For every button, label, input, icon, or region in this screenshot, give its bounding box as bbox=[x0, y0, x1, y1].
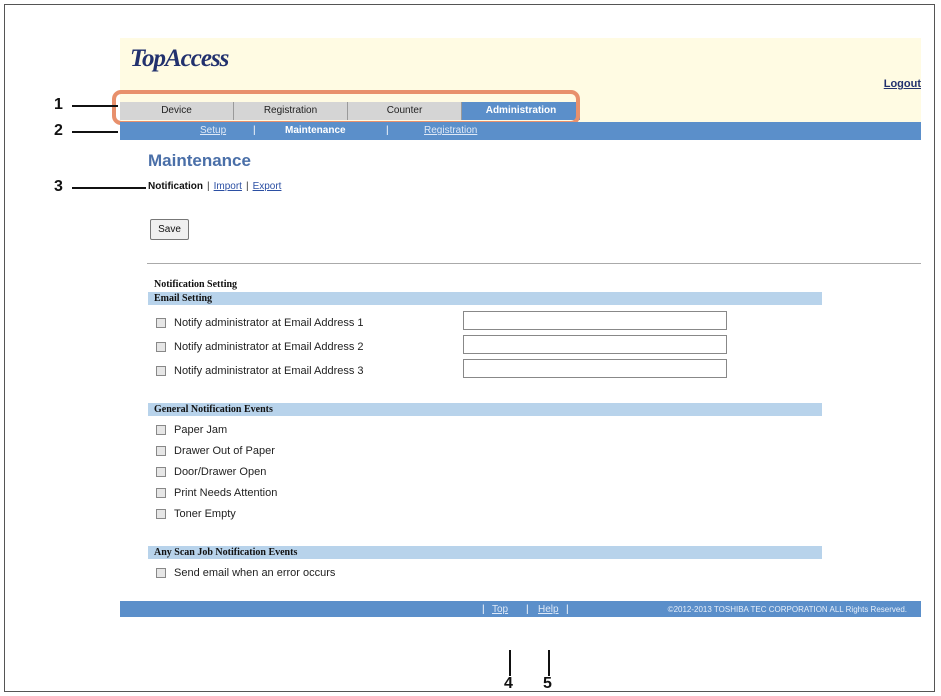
paper-jam-label: Paper Jam bbox=[174, 424, 228, 436]
tab-device[interactable]: Device bbox=[120, 102, 234, 120]
scan-error-checkbox[interactable] bbox=[156, 568, 166, 578]
callout-1-leader bbox=[72, 105, 118, 107]
drawer-out-of-paper-label: Drawer Out of Paper bbox=[174, 445, 275, 457]
email-address-3-checkbox[interactable] bbox=[156, 366, 166, 376]
copyright-text: ©2012-2013 TOSHIBA TEC CORPORATION ALL R… bbox=[667, 605, 907, 614]
print-needs-attention-checkbox[interactable] bbox=[156, 488, 166, 498]
callout-4: 4 bbox=[504, 675, 513, 692]
drawer-out-of-paper-checkbox[interactable] bbox=[156, 446, 166, 456]
door-drawer-open-label: Door/Drawer Open bbox=[174, 466, 267, 478]
email-row-2: Notify administrator at Email Address 2 bbox=[156, 341, 364, 353]
app-header: TopAccess Logout Device Registration Cou… bbox=[112, 38, 921, 125]
email-address-2-label: Notify administrator at Email Address 2 bbox=[174, 341, 364, 353]
notification-setting-title: Notification Setting bbox=[154, 279, 238, 290]
email-address-3-input[interactable] bbox=[463, 359, 727, 378]
main-tab-bar: Device Registration Counter Administrati… bbox=[120, 99, 580, 121]
paper-jam-checkbox[interactable] bbox=[156, 425, 166, 435]
toner-empty-label: Toner Empty bbox=[174, 508, 236, 520]
email-address-3-label: Notify administrator at Email Address 3 bbox=[174, 365, 364, 377]
toner-empty-checkbox[interactable] bbox=[156, 509, 166, 519]
subnav-separator: | bbox=[253, 125, 256, 136]
email-row-1: Notify administrator at Email Address 1 bbox=[156, 317, 364, 329]
event-row-door-drawer-open: Door/Drawer Open bbox=[156, 466, 266, 478]
callout-3: 3 bbox=[54, 178, 63, 195]
email-address-2-checkbox[interactable] bbox=[156, 342, 166, 352]
event-row-drawer-out-of-paper: Drawer Out of Paper bbox=[156, 445, 275, 457]
logout-link[interactable]: Logout bbox=[884, 78, 921, 90]
email-address-1-label: Notify administrator at Email Address 1 bbox=[174, 317, 364, 329]
footer-separator: | bbox=[482, 604, 485, 615]
event-row-scan-error: Send email when an error occurs bbox=[156, 567, 335, 579]
print-needs-attention-label: Print Needs Attention bbox=[174, 487, 278, 499]
callout-2: 2 bbox=[54, 122, 63, 139]
email-address-2-input[interactable] bbox=[463, 335, 727, 354]
footer-separator: | bbox=[566, 604, 569, 615]
scan-error-label: Send email when an error occurs bbox=[174, 567, 336, 579]
event-row-toner-empty: Toner Empty bbox=[156, 508, 236, 520]
callout-3-leader bbox=[72, 187, 146, 189]
email-row-3: Notify administrator at Email Address 3 bbox=[156, 365, 364, 377]
callout-4-leader bbox=[509, 650, 511, 676]
event-row-paper-jam: Paper Jam bbox=[156, 424, 227, 436]
callout-2-leader bbox=[72, 131, 118, 133]
divider bbox=[147, 263, 921, 264]
footer-bar: | Top | Help | ©2012-2013 TOSHIBA TEC CO… bbox=[120, 601, 921, 617]
event-row-print-needs-attention: Print Needs Attention bbox=[156, 487, 277, 499]
breadcrumb-notification: Notification bbox=[148, 181, 203, 192]
breadcrumb-separator: | bbox=[245, 181, 249, 192]
tab-registration[interactable]: Registration bbox=[234, 102, 348, 120]
email-setting-header: Email Setting bbox=[148, 292, 822, 305]
callout-1: 1 bbox=[54, 96, 63, 113]
subnav-item-maintenance[interactable]: Maintenance bbox=[285, 125, 346, 136]
breadcrumb: Notification | Import | Export bbox=[148, 181, 281, 192]
breadcrumb-separator: | bbox=[207, 181, 210, 192]
topaccess-logo: TopAccess bbox=[130, 45, 229, 72]
door-drawer-open-checkbox[interactable] bbox=[156, 467, 166, 477]
footer-help-link[interactable]: Help bbox=[538, 604, 559, 615]
subnav-item-registration[interactable]: Registration bbox=[424, 125, 477, 136]
save-button[interactable]: Save bbox=[150, 219, 189, 240]
page-title: Maintenance bbox=[148, 151, 251, 170]
topaccess-window: TopAccess Logout Device Registration Cou… bbox=[112, 38, 921, 618]
callout-5: 5 bbox=[543, 675, 552, 692]
tab-administration[interactable]: Administration bbox=[462, 102, 580, 120]
email-address-1-input[interactable] bbox=[463, 311, 727, 330]
general-events-header: General Notification Events bbox=[148, 403, 822, 416]
footer-top-link[interactable]: Top bbox=[492, 604, 508, 615]
subnav-separator: | bbox=[386, 125, 389, 136]
email-address-1-checkbox[interactable] bbox=[156, 318, 166, 328]
breadcrumb-import-link[interactable]: Import bbox=[214, 181, 242, 192]
breadcrumb-export-link[interactable]: Export bbox=[253, 181, 282, 192]
footer-separator: | bbox=[526, 604, 529, 615]
callout-5-leader bbox=[548, 650, 550, 676]
scan-events-header: Any Scan Job Notification Events bbox=[148, 546, 822, 559]
subnav-item-setup[interactable]: Setup bbox=[200, 125, 226, 136]
tab-counter[interactable]: Counter bbox=[348, 102, 462, 120]
sub-navigation-bar: Setup | Maintenance | Registration bbox=[120, 122, 921, 140]
